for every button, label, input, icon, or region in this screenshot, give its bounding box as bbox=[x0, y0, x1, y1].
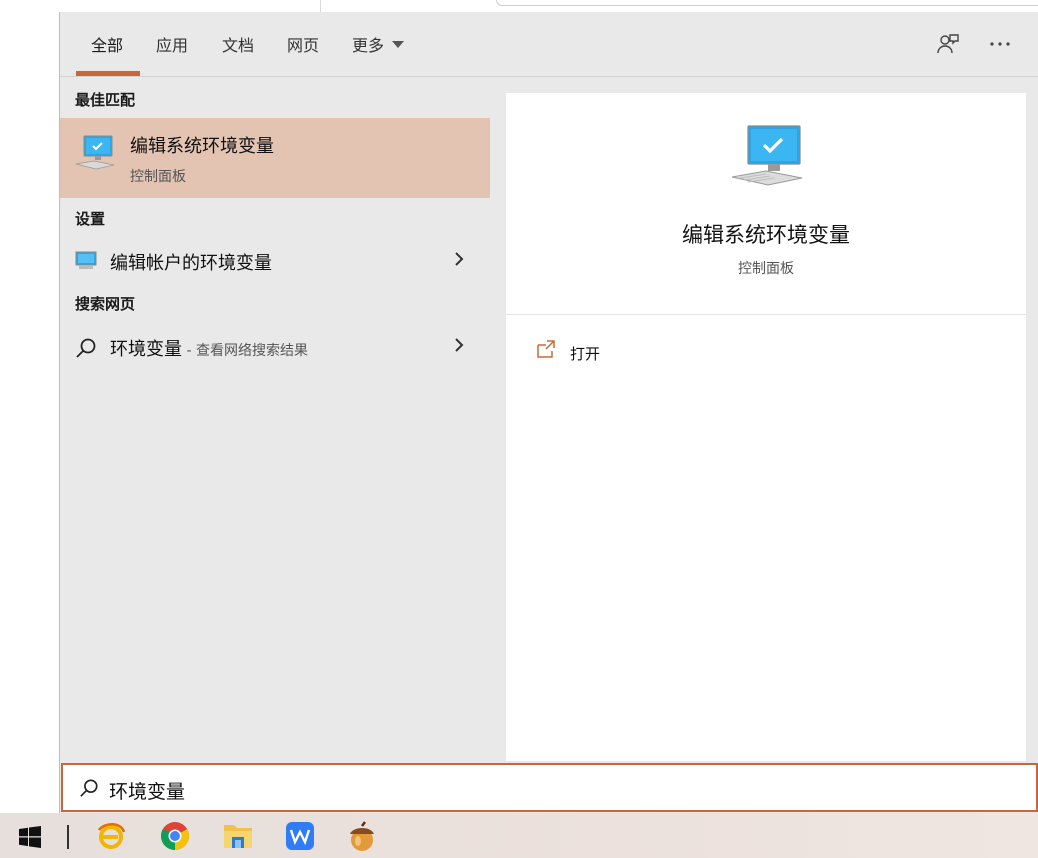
section-best-match: 最佳匹配 bbox=[75, 91, 136, 109]
tab-web[interactable]: 网页 bbox=[287, 32, 319, 56]
detail-subtitle: 控制面板 bbox=[738, 261, 794, 277]
best-match-title: 编辑系统环境变量 bbox=[130, 136, 274, 157]
tab-apps[interactable]: 应用 bbox=[156, 32, 188, 56]
active-tab-indicator bbox=[76, 71, 140, 76]
open-external-icon bbox=[536, 339, 556, 363]
search-icon bbox=[75, 337, 97, 363]
chevron-right-icon bbox=[454, 251, 464, 271]
chevron-right-icon bbox=[454, 337, 464, 357]
chrome-icon[interactable] bbox=[160, 821, 190, 855]
results-list: 最佳匹配 编辑系统环境变量 控制面板 设置 编辑帐户的环境变量 搜索网页 环境变… bbox=[60, 77, 490, 763]
detail-pane: 编辑系统环境变量 控制面板 打开 bbox=[506, 93, 1026, 761]
feedback-icon[interactable] bbox=[936, 32, 960, 60]
windows-start-icon[interactable] bbox=[19, 826, 41, 852]
web-search-query: 环境变量 bbox=[110, 339, 182, 360]
settings-item-label: 编辑帐户的环境变量 bbox=[110, 253, 272, 274]
web-search-item[interactable]: 环境变量 - 查看网络搜索结果 bbox=[60, 327, 490, 367]
tab-bar: 全部 应用 文档 网页 更多 bbox=[60, 12, 1038, 77]
background-field bbox=[496, 0, 1038, 6]
search-input[interactable]: 环境变量 bbox=[61, 763, 1038, 812]
computer-monitor-icon bbox=[730, 123, 804, 197]
monitor-settings-icon bbox=[75, 251, 97, 275]
acorn-app-icon[interactable] bbox=[346, 821, 378, 857]
web-search-label: 环境变量 - 查看网络搜索结果 bbox=[110, 335, 308, 361]
detail-title: 编辑系统环境变量 bbox=[682, 223, 850, 247]
wps-icon[interactable] bbox=[285, 821, 315, 855]
search-icon bbox=[79, 778, 99, 802]
search-query: 环境变量 bbox=[109, 781, 186, 803]
taskbar-separator bbox=[67, 825, 69, 849]
web-search-suffix: - 查看网络搜索结果 bbox=[182, 343, 308, 359]
settings-item[interactable]: 编辑帐户的环境变量 bbox=[60, 241, 490, 281]
chevron-down-icon bbox=[392, 41, 405, 48]
computer-monitor-icon bbox=[74, 134, 116, 178]
tab-all[interactable]: 全部 bbox=[91, 32, 123, 56]
file-explorer-icon[interactable] bbox=[222, 821, 254, 855]
open-label: 打开 bbox=[570, 345, 601, 363]
search-panel: 全部 应用 文档 网页 更多 最佳匹配 编辑系统环境变量 控制面板 设置 编辑帐… bbox=[59, 12, 1038, 813]
section-web: 搜索网页 bbox=[75, 295, 136, 313]
browser-e-icon[interactable] bbox=[96, 821, 126, 855]
best-match-subtitle: 控制面板 bbox=[130, 169, 186, 185]
more-options-icon[interactable] bbox=[988, 34, 1012, 58]
taskbar bbox=[0, 813, 1038, 858]
tab-more-label: 更多 bbox=[352, 36, 385, 55]
section-settings: 设置 bbox=[75, 210, 106, 228]
detail-divider bbox=[506, 314, 1026, 315]
tab-documents[interactable]: 文档 bbox=[222, 32, 254, 56]
tab-more[interactable]: 更多 bbox=[352, 32, 405, 56]
background-window bbox=[320, 0, 1038, 12]
best-match-item[interactable]: 编辑系统环境变量 控制面板 bbox=[60, 118, 490, 198]
